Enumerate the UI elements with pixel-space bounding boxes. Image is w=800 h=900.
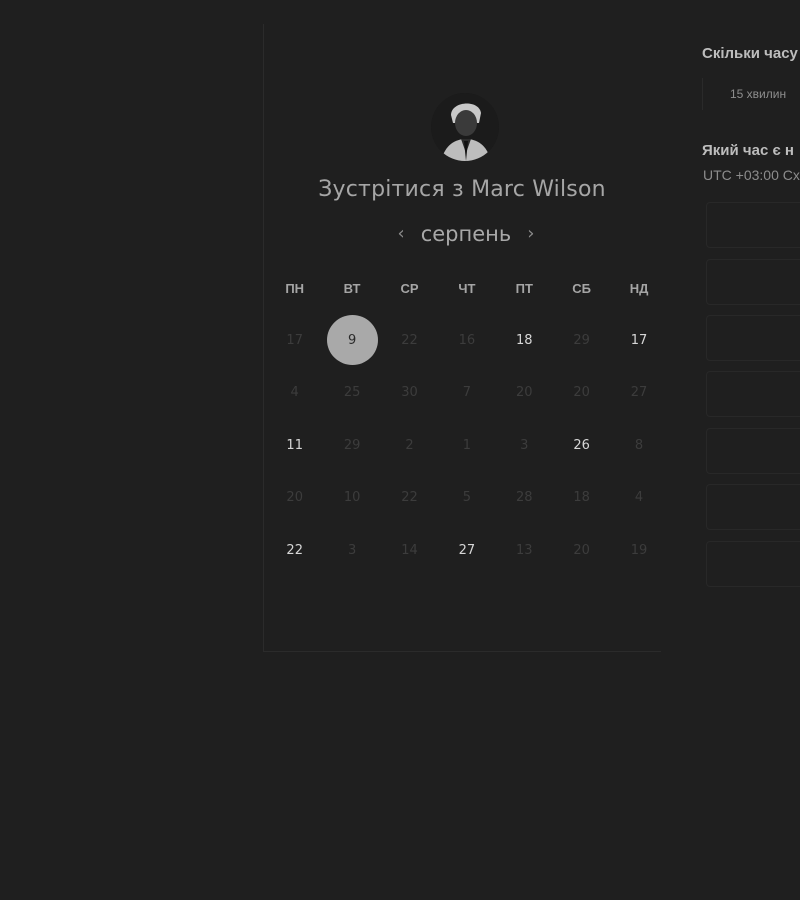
calendar-day: 20	[496, 367, 553, 420]
day-number: 27	[630, 385, 648, 401]
weekday-label: НД	[629, 281, 649, 296]
booking-options: Скільки часу 15 хвилин Який час є н UTC …	[702, 0, 800, 900]
day-number: 25	[343, 385, 361, 401]
calendar-day: 27	[610, 367, 667, 420]
day-number: 29	[573, 332, 590, 348]
day-number: 18	[573, 490, 590, 506]
day-number: 17	[286, 332, 303, 348]
calendar-day: 13	[496, 524, 553, 577]
calendar-day[interactable]: 26	[553, 419, 610, 472]
calendar-day: 25	[323, 367, 380, 420]
day-number: 22	[401, 490, 418, 506]
time-slot[interactable]	[706, 541, 800, 587]
calendar-day: 19	[610, 524, 667, 577]
weekday-header: ПН ВТ СР ЧТ ПТ СБ НД	[266, 281, 668, 296]
calendar-day[interactable]: 11	[266, 419, 323, 472]
day-number: 16	[458, 332, 476, 348]
day-number: 22	[286, 542, 303, 558]
day-number: 2	[405, 437, 414, 453]
selected-day[interactable]: 9	[323, 314, 380, 367]
calendar-day: 10	[323, 472, 380, 525]
calendar-day: 30	[381, 367, 438, 420]
day-number: 29	[343, 437, 361, 453]
calendar-day: 22	[381, 472, 438, 525]
day-number: 4	[634, 490, 644, 506]
day-number: 3	[347, 542, 357, 558]
calendar-day: 5	[438, 472, 495, 525]
calendar-day: 20	[266, 472, 323, 525]
calendar-day: 8	[610, 419, 667, 472]
calendar-day: 4	[610, 472, 667, 525]
day-number: 7	[462, 385, 471, 401]
weekday-label: СБ	[572, 281, 592, 296]
day-number: 11	[286, 437, 303, 453]
calendar-day: 28	[496, 472, 553, 525]
day-number: 20	[286, 490, 303, 506]
day-number: 10	[343, 490, 361, 506]
day-number: 1	[462, 437, 471, 453]
time-question: Який час є н	[702, 142, 794, 159]
calendar-day: 18	[553, 472, 610, 525]
calendar-day: 20	[553, 524, 610, 577]
day-number: 5	[462, 490, 471, 506]
day-number: 17	[630, 332, 648, 348]
day-number: 8	[634, 437, 644, 453]
calendar-day: 3	[323, 524, 380, 577]
weekday-label: ВТ	[343, 281, 361, 296]
timezone-selector[interactable]: UTC +03:00 Сх	[703, 167, 800, 183]
calendar-day: 29	[323, 419, 380, 472]
day-number: 14	[401, 542, 418, 558]
chevron-left-icon[interactable]: ‹	[388, 222, 415, 246]
day-number: 18	[515, 332, 533, 348]
calendar-day[interactable]: 22	[266, 524, 323, 577]
host-avatar	[431, 93, 499, 161]
time-slot[interactable]	[706, 484, 800, 530]
weekday-label: ПТ	[515, 281, 533, 296]
calendar-day: 29	[553, 314, 610, 367]
calendar-day: 16	[438, 314, 495, 367]
calendar-day: 1	[438, 419, 495, 472]
calendar-day: 22	[381, 314, 438, 367]
calendar-day[interactable]: 17	[610, 314, 667, 367]
weekday-label: ПН	[285, 281, 305, 296]
calendar-day: 17	[266, 314, 323, 367]
day-number: 20	[573, 542, 590, 558]
time-slot[interactable]	[706, 428, 800, 474]
time-slot[interactable]	[706, 371, 800, 417]
weekday-label: СР	[400, 281, 419, 296]
day-number: 30	[401, 385, 418, 401]
day-number: 22	[401, 332, 418, 348]
calendar-grid: 17 9 22 16 18 29 17 4 25 30 7 20 20 27 11 29 2 1 3 26 8 20 10 2…	[266, 314, 668, 577]
calendar-day[interactable]: 27	[438, 524, 495, 577]
calendar-day: 7	[438, 367, 495, 420]
day-number: 4	[290, 385, 299, 401]
time-slot[interactable]	[706, 259, 800, 305]
day-number: 26	[573, 437, 590, 453]
day-number: 19	[630, 542, 648, 558]
page-title: Зустрітися з Marc Wilson	[318, 177, 606, 202]
day-number: 20	[515, 385, 533, 401]
calendar-day: 4	[266, 367, 323, 420]
duration-option[interactable]: 15 хвилин	[702, 78, 800, 110]
day-number: 27	[458, 542, 476, 558]
month-navigation: ‹ серпень ›	[263, 222, 669, 246]
calendar-day: 20	[553, 367, 610, 420]
month-label: серпень	[420, 222, 512, 246]
calendar-day: 14	[381, 524, 438, 577]
calendar-day[interactable]: 18	[496, 314, 553, 367]
day-number: 9	[326, 315, 378, 366]
time-slot[interactable]	[706, 202, 800, 248]
weekday-label: ЧТ	[458, 281, 476, 296]
day-number: 13	[515, 542, 533, 558]
calendar-day: 2	[381, 419, 438, 472]
chevron-right-icon[interactable]: ›	[517, 222, 544, 246]
day-number: 20	[573, 385, 590, 401]
day-number: 3	[520, 437, 529, 453]
time-slot[interactable]	[706, 315, 800, 361]
duration-question: Скільки часу	[702, 45, 798, 62]
day-number: 28	[515, 490, 533, 506]
calendar-day: 3	[496, 419, 553, 472]
